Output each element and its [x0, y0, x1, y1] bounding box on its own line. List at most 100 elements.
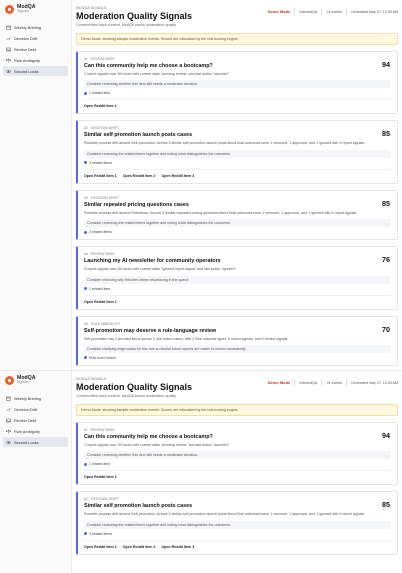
sidebar-item-label: Decision Drift	[14, 35, 38, 41]
sidebar-item-weekly-briefing[interactable]: Weekly Briefing	[3, 393, 68, 403]
card-links: Open Reddit Item 1	[84, 99, 391, 108]
sidebar-item-review-debt[interactable]: Review Debt	[3, 415, 68, 425]
scale-icon	[6, 58, 11, 63]
open-reddit-item-link[interactable]: Open Reddit Item 1	[84, 104, 117, 108]
open-reddit-item-link[interactable]: Open Reddit Item 1	[84, 300, 117, 304]
page-subtitle: Communities track content. ModQA tracks …	[76, 394, 177, 398]
sidebar-item-label: Review Debt	[14, 46, 37, 52]
card-hint: Consider reviewing whether this item sti…	[84, 80, 391, 89]
card-tag: #1 · REVIEW DEBT	[84, 57, 115, 61]
open-reddit-item-link[interactable]: Open Reddit Item 3	[162, 545, 195, 549]
card-description: Possible process drift around Self-promo…	[84, 141, 366, 146]
related-dot-icon	[84, 230, 87, 234]
card-title: Similar self promotion launch posts case…	[84, 503, 193, 510]
card-title: Similar repeated pricing questions cases	[84, 201, 189, 208]
signal-card: #2 · DECISION DRIFT Similar self promoti…	[76, 120, 398, 184]
sidebar-item-rule-ambiguity[interactable]: Rule Ambiguity	[3, 426, 68, 436]
signal-card: #5 · RULE AMBIGUITY Self-promotion may d…	[76, 315, 398, 366]
sidebar-item-second-looks[interactable]: Second Looks	[3, 66, 68, 77]
open-reddit-item-link[interactable]: Open Reddit Item 1	[84, 475, 117, 479]
event-count: 24 events	[326, 9, 343, 14]
related-dot-icon	[84, 462, 87, 466]
card-related[interactable]: 3 related items	[84, 532, 391, 536]
sidebar-item-label: Rule Ambiguity	[14, 57, 40, 63]
related-dot-icon	[84, 356, 87, 360]
header-meta: Demo Mode r/devmdQA 24 events Generated …	[268, 379, 398, 386]
card-related[interactable]: 1 related item	[84, 462, 391, 466]
modqa-logo-icon	[5, 5, 14, 15]
card-related[interactable]: Rule-level review	[84, 356, 391, 360]
trend-icon	[6, 407, 11, 412]
eye-icon	[6, 440, 11, 445]
page-title: Moderation Quality Signals	[76, 382, 193, 392]
card-links: Open Reddit Item 1 Open Reddit Item 2 Op…	[84, 168, 391, 178]
generated-timestamp: Generated May 27, 12:00 AM	[351, 380, 398, 385]
card-hint: Consider checking why this item keeps re…	[84, 275, 391, 284]
main-content: MODQA SIGNALS Moderation Quality Signals…	[76, 371, 398, 573]
card-links: Open Reddit Item 1	[84, 294, 391, 304]
sidebar-item-review-debt[interactable]: Review Debt	[3, 44, 68, 54]
trend-icon	[6, 36, 11, 41]
card-tag: #1 · REVIEW DEBT	[84, 428, 115, 432]
brand[interactable]: ModQA Signals	[0, 371, 71, 389]
brand[interactable]: ModQA Signals	[0, 0, 71, 18]
card-related[interactable]: 1 related item	[84, 91, 391, 95]
sidebar-item-label: Rule Ambiguity	[14, 428, 40, 434]
modqa-logo-icon	[5, 376, 14, 386]
sidebar-item-second-looks[interactable]: Second Looks	[3, 437, 68, 448]
sidebar-item-label: Weekly Briefing	[14, 24, 41, 30]
signal-card: #1 · REVIEW DEBT Can this community help…	[76, 422, 398, 486]
card-title: Similar self promotion launch posts case…	[84, 132, 193, 139]
card-score: 85	[382, 129, 390, 139]
related-dot-icon	[84, 287, 87, 291]
card-related[interactable]: 3 related items	[84, 230, 391, 234]
sidebar: ModQA Signals Weekly Briefing Decision D…	[0, 371, 72, 573]
signal-card: #3 · DECISION DRIFT Similar repeated pri…	[76, 189, 398, 241]
sidebar-item-label: Second Looks	[14, 68, 39, 74]
card-score: 94	[382, 431, 390, 440]
inbox-icon	[6, 47, 11, 52]
card-related[interactable]: 1 related item	[84, 287, 391, 291]
screen-frame-bottom: ModQA Signals Weekly Briefing Decision D…	[0, 370, 402, 573]
open-reddit-item-link[interactable]: Open Reddit Item 3	[162, 174, 195, 178]
open-reddit-item-link[interactable]: Open Reddit Item 1	[84, 174, 117, 178]
card-title: Launching my AI newsletter for community…	[84, 258, 221, 265]
eye-icon	[6, 69, 11, 74]
calendar-icon	[6, 396, 11, 401]
related-dot-icon	[84, 532, 87, 536]
open-reddit-item-link[interactable]: Open Reddit Item 1	[84, 545, 117, 549]
related-dot-icon	[84, 91, 87, 95]
sidebar: ModQA Signals Weekly Briefing Decision D…	[0, 0, 72, 370]
header-meta: Demo Mode r/devmdQA 24 events Generated …	[268, 8, 398, 15]
sidebar-item-label: Second Looks	[14, 439, 39, 445]
card-title: Can this community help me choose a boot…	[84, 434, 213, 440]
card-tag: #4 · REVIEW DEBT	[84, 252, 115, 257]
card-links: Open Reddit Item 1 Open Reddit Item 2 Op…	[84, 539, 391, 549]
card-score: 94	[382, 60, 390, 69]
scale-icon	[6, 429, 11, 434]
card-related[interactable]: 3 related items	[84, 161, 391, 165]
open-reddit-item-link[interactable]: Open Reddit Item 2	[123, 174, 156, 178]
signal-card: #1 · REVIEW DEBT Can this community help…	[76, 51, 398, 115]
sidebar-item-label: Review Debt	[14, 417, 37, 423]
card-title: Can this community help me choose a boot…	[84, 63, 213, 69]
demo-mode-badge: Demo Mode	[267, 380, 291, 385]
card-hint: Consider reviewing whether this item sti…	[84, 451, 391, 460]
demo-mode-badge: Demo Mode	[267, 9, 291, 14]
card-description: 4 report signals over 55 hours with curr…	[84, 267, 237, 272]
demo-notice: Demo Mode: showing sample moderation eve…	[76, 404, 398, 416]
sidebar-item-decision-drift[interactable]: Decision Drift	[3, 33, 68, 43]
card-tag: #3 · DECISION DRIFT	[84, 195, 120, 200]
sidebar-item-decision-drift[interactable]: Decision Drift	[3, 404, 68, 414]
card-description: 1 report signals over 39 hours with curr…	[84, 443, 230, 447]
page-subtitle: Communities track content. ModQA tracks …	[76, 23, 177, 27]
sidebar-item-weekly-briefing[interactable]: Weekly Briefing	[3, 22, 68, 32]
card-hint: Consider reviewing the related items tog…	[84, 520, 391, 529]
open-reddit-item-link[interactable]: Open Reddit Item 2	[123, 545, 156, 549]
sidebar-item-rule-ambiguity[interactable]: Rule Ambiguity	[3, 55, 68, 65]
app-subtitle: Signals	[17, 9, 29, 14]
card-score: 85	[382, 198, 390, 208]
card-description: Self-promotion has 2 decided items acros…	[84, 336, 289, 341]
card-hint: Consider reviewing the related items tog…	[84, 149, 391, 158]
breadcrumb: MODQA SIGNALS	[76, 6, 107, 10]
